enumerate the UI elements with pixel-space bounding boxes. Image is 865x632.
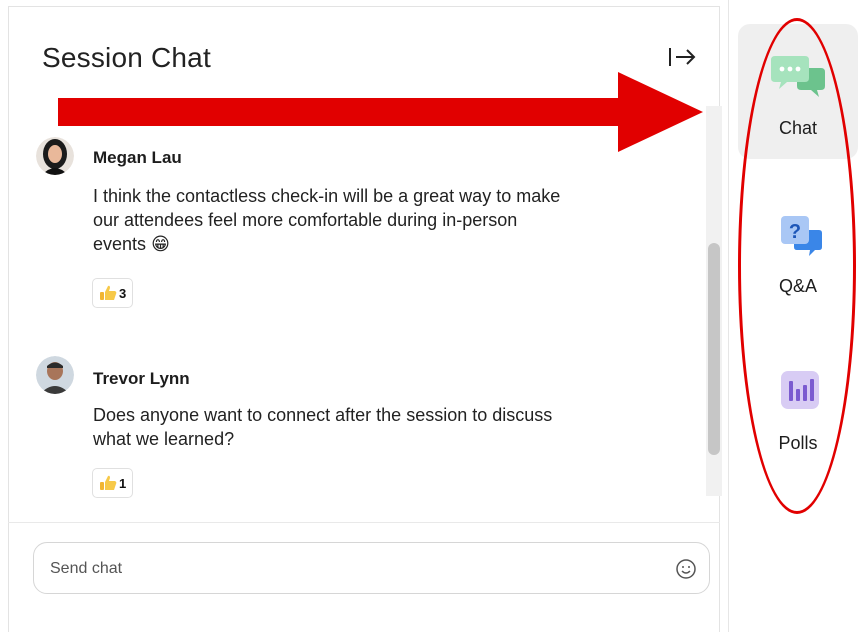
message-text: Does anyone want to connect after the se… bbox=[93, 405, 553, 449]
send-chat-input[interactable] bbox=[48, 555, 652, 583]
message-text: I think the contactless check-in will be… bbox=[93, 186, 561, 254]
avatar bbox=[36, 356, 74, 394]
question-bubble-icon: ? bbox=[781, 216, 822, 256]
sidebar-item-qa[interactable]: ? Q&A bbox=[738, 194, 858, 329]
reaction-count: 1 bbox=[119, 475, 127, 491]
reaction-thumbs-up[interactable]: 1 bbox=[92, 468, 134, 498]
svg-text:?: ? bbox=[789, 221, 801, 243]
emoji-picker-button[interactable] bbox=[675, 558, 697, 580]
message-author: Trevor Lynn bbox=[93, 369, 190, 388]
collapse-panel-button[interactable] bbox=[667, 44, 697, 74]
sidebar-item-label: Chat bbox=[778, 118, 818, 138]
sidebar-item-label: Polls bbox=[778, 433, 818, 453]
panel-title: Session Chat bbox=[42, 42, 211, 73]
reaction-thumbs-up[interactable]: 3 bbox=[92, 278, 134, 308]
right-sidebar: Chat ? Q&A Polls bbox=[728, 0, 865, 632]
bar-chart-icon bbox=[781, 371, 819, 409]
chat-composer bbox=[33, 542, 710, 594]
divider bbox=[8, 522, 720, 523]
thumbs-up-icon bbox=[100, 285, 117, 300]
sidebar-item-chat[interactable]: Chat bbox=[738, 24, 858, 159]
sidebar-item-label: Q&A bbox=[778, 276, 817, 296]
message-list[interactable] bbox=[24, 106, 706, 522]
scrollbar-thumb[interactable] bbox=[708, 243, 720, 455]
reaction-count: 3 bbox=[119, 285, 127, 301]
thumbs-up-icon bbox=[100, 475, 117, 490]
avatar bbox=[36, 137, 74, 175]
arrow-right-to-bar-icon bbox=[669, 48, 696, 66]
chat-bubbles-icon bbox=[771, 56, 825, 97]
message-author: Megan Lau bbox=[93, 148, 182, 167]
grinning-emoji-icon: 😁 bbox=[151, 234, 170, 254]
smiley-face-icon bbox=[676, 559, 696, 579]
sidebar-item-polls[interactable]: Polls bbox=[738, 355, 858, 490]
